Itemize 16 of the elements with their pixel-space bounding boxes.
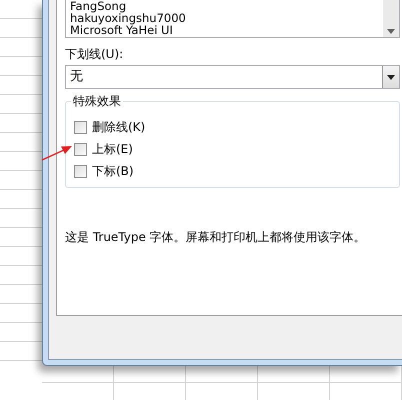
scroll-down-icon[interactable]: [387, 29, 395, 34]
font-list[interactable]: FangSong hakuyoxingshu7000 Microsoft YaHei UI: [65, 0, 400, 38]
checkbox-label[interactable]: 上标(E): [92, 140, 133, 158]
checkbox-label[interactable]: 删除线(K): [92, 118, 146, 136]
underline-label: 下划线(U):: [65, 46, 124, 63]
checkbox-label[interactable]: 下标(B): [92, 162, 134, 180]
group-title: 特殊效果: [71, 94, 123, 109]
font-list-item[interactable]: FangSong: [70, 0, 383, 12]
font-list-item[interactable]: Microsoft YaHei UI: [70, 24, 383, 36]
checkbox[interactable]: [74, 164, 87, 178]
underline-dropdown[interactable]: 无: [65, 65, 400, 89]
checkbox[interactable]: [74, 120, 87, 134]
font-description: 这是 TrueType 字体。屏幕和打印机上都将使用该字体。: [65, 229, 367, 246]
font-list-item[interactable]: hakuyoxingshu7000: [70, 12, 383, 24]
dropdown-arrow-icon: [387, 74, 395, 80]
checkbox[interactable]: [74, 142, 87, 156]
